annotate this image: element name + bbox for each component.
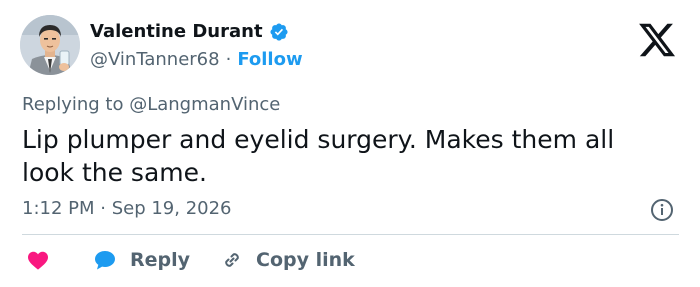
info-icon[interactable]: [650, 198, 674, 222]
author-handle-row: @VinTanner68 · Follow: [90, 48, 303, 72]
author-name-row: Valentine Durant: [90, 20, 289, 44]
divider: [22, 234, 679, 235]
heart-icon[interactable]: [25, 248, 51, 272]
reply-button[interactable]: Reply: [130, 249, 190, 271]
action-bar: Reply Copy link: [22, 246, 355, 274]
link-icon[interactable]: [220, 248, 244, 272]
speech-bubble-icon[interactable]: [92, 248, 118, 272]
author-handle[interactable]: @VinTanner68: [90, 48, 220, 72]
x-logo-icon[interactable]: [636, 20, 678, 60]
verified-badge-icon: [269, 22, 289, 42]
separator-dot: ·: [225, 49, 232, 70]
avatar[interactable]: [20, 15, 80, 75]
author-display-name[interactable]: Valentine Durant: [90, 20, 263, 44]
replying-to: Replying to @LangmanVince: [22, 93, 280, 117]
tweet-text: Lip plumper and eyelid surgery. Makes th…: [22, 125, 615, 187]
follow-button[interactable]: Follow: [237, 48, 302, 72]
replying-prefix: Replying to: [22, 94, 124, 115]
replying-mention[interactable]: @LangmanVince: [129, 94, 280, 115]
copy-link-button[interactable]: Copy link: [256, 249, 355, 271]
tweet-timestamp[interactable]: 1:12 PM · Sep 19, 2026: [22, 197, 232, 221]
